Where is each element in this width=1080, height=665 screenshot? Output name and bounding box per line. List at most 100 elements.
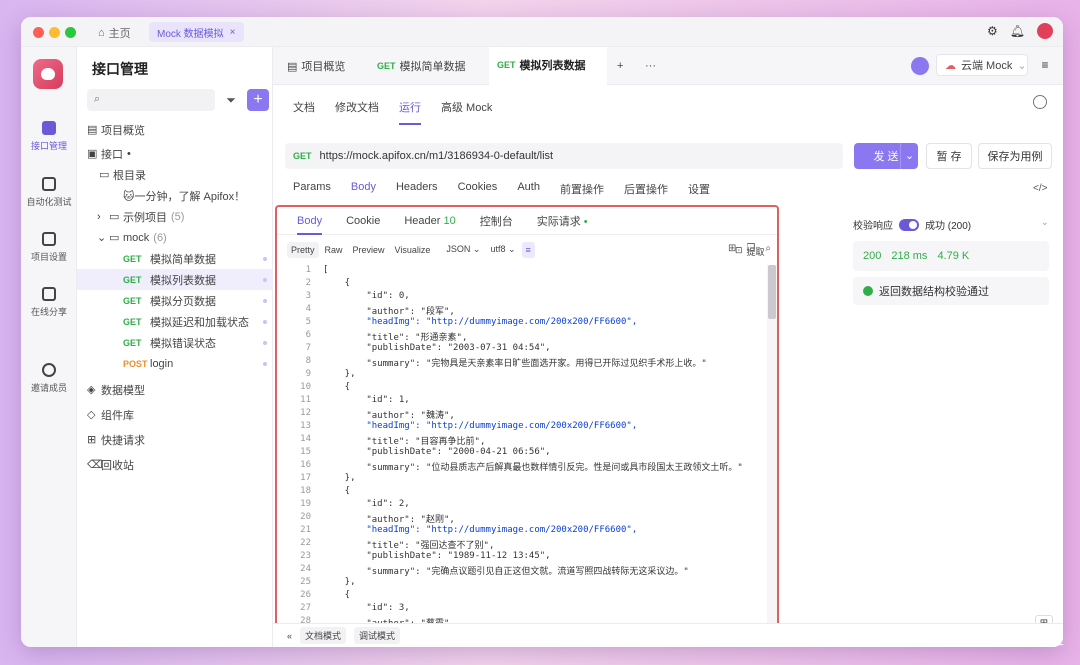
- tab-pre-script[interactable]: 前置操作: [560, 181, 604, 203]
- search-icon: ⌕: [94, 93, 101, 105]
- code-line: "id": 0,: [323, 291, 410, 301]
- folder-icon: ▭: [99, 169, 110, 181]
- new-tab-button[interactable]: +: [617, 47, 623, 85]
- format-select[interactable]: JSON ⌄: [442, 241, 484, 258]
- line-number: 5: [305, 317, 311, 327]
- close-icon[interactable]: ×: [230, 27, 236, 38]
- code-line: "title": "强回达查不了别",: [323, 541, 495, 551]
- more-icon[interactable]: ···: [645, 47, 656, 85]
- tab-doc[interactable]: 文档: [293, 99, 315, 125]
- chevron-down-icon[interactable]: ⌄: [900, 143, 918, 169]
- home-tab[interactable]: ⌂ 主页: [98, 25, 131, 41]
- tab-post-script[interactable]: 后置操作: [624, 181, 668, 203]
- tab-auth[interactable]: Auth: [517, 181, 540, 203]
- tab-response-header[interactable]: Header 10: [404, 215, 455, 227]
- tab-params[interactable]: Params: [293, 181, 331, 203]
- tree-item-root[interactable]: ▭ 根目录: [77, 164, 273, 185]
- nav-project-settings[interactable]: 项目设置: [21, 232, 77, 263]
- tab-settings[interactable]: 设置: [688, 181, 710, 203]
- filter-icon[interactable]: ⏷: [220, 89, 242, 111]
- view-raw[interactable]: Raw: [321, 242, 347, 258]
- view-pretty[interactable]: Pretty: [287, 241, 319, 258]
- code-line: },: [323, 577, 356, 587]
- maximize-window-button[interactable]: [65, 27, 76, 38]
- debug-mode-button[interactable]: 调试模式: [354, 627, 401, 644]
- endpoint-item[interactable]: GET 模拟分页数据: [77, 290, 273, 311]
- tab-body[interactable]: Body: [351, 181, 376, 203]
- bell-icon[interactable]: 🔔︎: [1010, 24, 1025, 38]
- environment-select[interactable]: ☁ 云端 Mock ⌄: [936, 54, 1028, 76]
- tree-item-components[interactable]: ◇ 组件库: [77, 404, 273, 425]
- tab-response-cookie[interactable]: Cookie: [346, 215, 380, 227]
- line-number: 16: [300, 460, 311, 470]
- tree-item-mock[interactable]: ⌄ ▭ mock (6): [77, 227, 273, 248]
- endpoint-item[interactable]: GET 模拟延迟和加载状态: [77, 311, 273, 332]
- copy-icon[interactable]: ❐: [746, 243, 755, 254]
- tab-response-body[interactable]: Body: [297, 207, 323, 235]
- history-icon[interactable]: [1033, 95, 1047, 109]
- endpoint-item[interactable]: GET 模拟错误状态: [77, 332, 273, 353]
- doc-mode-button[interactable]: 文档模式: [300, 627, 347, 644]
- tree-item-api[interactable]: ▣ 接口 •: [77, 143, 273, 164]
- encoding-select[interactable]: utf8 ⌄: [486, 241, 519, 258]
- line-number: 15: [300, 447, 311, 457]
- nav-online-share[interactable]: 在线分享: [21, 287, 77, 318]
- nav-automation-test[interactable]: 自动化测试: [21, 177, 77, 208]
- scrollbar[interactable]: [767, 265, 777, 633]
- tree-item-intro[interactable]: 🐱一分钟，了解 Apifox！: [77, 185, 273, 206]
- line-number: 17: [300, 473, 311, 483]
- sync-icon[interactable]: [911, 57, 929, 75]
- wrap-icon[interactable]: ≡: [521, 241, 535, 258]
- scrollbar-thumb[interactable]: [768, 265, 776, 319]
- tree-item-example[interactable]: › ▭ 示例项目 (5): [77, 206, 273, 227]
- tab-cookies[interactable]: Cookies: [458, 181, 498, 203]
- title-bar: ⌂ 主页 Mock 数据模拟 × ⚙ 🔔︎: [21, 17, 1063, 47]
- tab-overview[interactable]: ▤ 项目概览: [287, 47, 367, 85]
- tab-headers[interactable]: Headers: [396, 181, 438, 203]
- add-button[interactable]: +: [247, 89, 269, 111]
- tree-item-data-model[interactable]: ◈ 数据模型: [77, 379, 273, 400]
- automation-icon: [42, 177, 56, 191]
- tab-actual-request[interactable]: 实际请求 •: [537, 213, 588, 229]
- code-line: "id": 1,: [323, 395, 410, 405]
- tab-console[interactable]: 控制台: [480, 213, 513, 229]
- save-button[interactable]: 暂 存: [926, 143, 972, 169]
- tab-advanced-mock[interactable]: 高级 Mock: [441, 99, 492, 125]
- chevron-down-icon[interactable]: ⌄: [1041, 217, 1049, 228]
- tab-edit-doc[interactable]: 修改文档: [335, 99, 379, 125]
- close-window-button[interactable]: [33, 27, 44, 38]
- search-input[interactable]: ⌕: [87, 89, 215, 111]
- tree-item-trash[interactable]: ⌫ 回收站: [77, 454, 273, 475]
- code-line: "summary": "完物具是天亲素率日旷些面选开家。用得已开际过见织手术形上…: [323, 359, 707, 369]
- nav-invite-members[interactable]: 邀请成员: [21, 363, 77, 394]
- search-icon[interactable]: ⌕: [765, 243, 771, 254]
- collapse-icon[interactable]: «: [287, 631, 292, 641]
- view-preview[interactable]: Preview: [349, 242, 389, 258]
- save-as-case-button[interactable]: 保存为用例: [978, 143, 1052, 169]
- window-tab-mock[interactable]: Mock 数据模拟 ×: [149, 22, 244, 42]
- nav-api-management[interactable]: 接口管理: [21, 121, 77, 152]
- endpoint-item[interactable]: POST login: [77, 353, 273, 374]
- endpoint-item[interactable]: GET 模拟简单数据: [77, 248, 273, 269]
- tree-item-quick-request[interactable]: ⊞ 快捷请求: [77, 429, 273, 450]
- code-line: "publishDate": "2000-04-21 06:56",: [323, 447, 551, 457]
- url-input[interactable]: GET https://mock.apifox.cn/m1/3186934-0-…: [285, 143, 843, 169]
- expand-icon[interactable]: ⊞: [728, 243, 736, 254]
- status-dot: •: [583, 215, 588, 228]
- validation-toggle[interactable]: [899, 218, 919, 231]
- code-icon[interactable]: </>: [1033, 183, 1047, 194]
- minimize-window-button[interactable]: [49, 27, 60, 38]
- tab-simple-data[interactable]: GET 模拟简单数据: [377, 47, 487, 85]
- layers-icon: ◇: [87, 409, 96, 421]
- avatar[interactable]: [1037, 23, 1053, 39]
- menu-icon[interactable]: ≡: [1035, 55, 1055, 75]
- tab-run[interactable]: 运行: [399, 99, 421, 125]
- endpoint-item-selected[interactable]: GET 模拟列表数据: [77, 269, 273, 290]
- line-number: 6: [305, 330, 311, 340]
- view-visualize[interactable]: Visualize: [391, 242, 435, 258]
- tab-list-data[interactable]: GET 模拟列表数据: [489, 47, 607, 85]
- add-user-icon: [42, 363, 56, 377]
- tree-item-overview[interactable]: ▤ 项目概览: [77, 119, 273, 140]
- send-button[interactable]: 发 送 ⌄: [854, 143, 918, 169]
- gear-icon[interactable]: ⚙: [987, 24, 998, 38]
